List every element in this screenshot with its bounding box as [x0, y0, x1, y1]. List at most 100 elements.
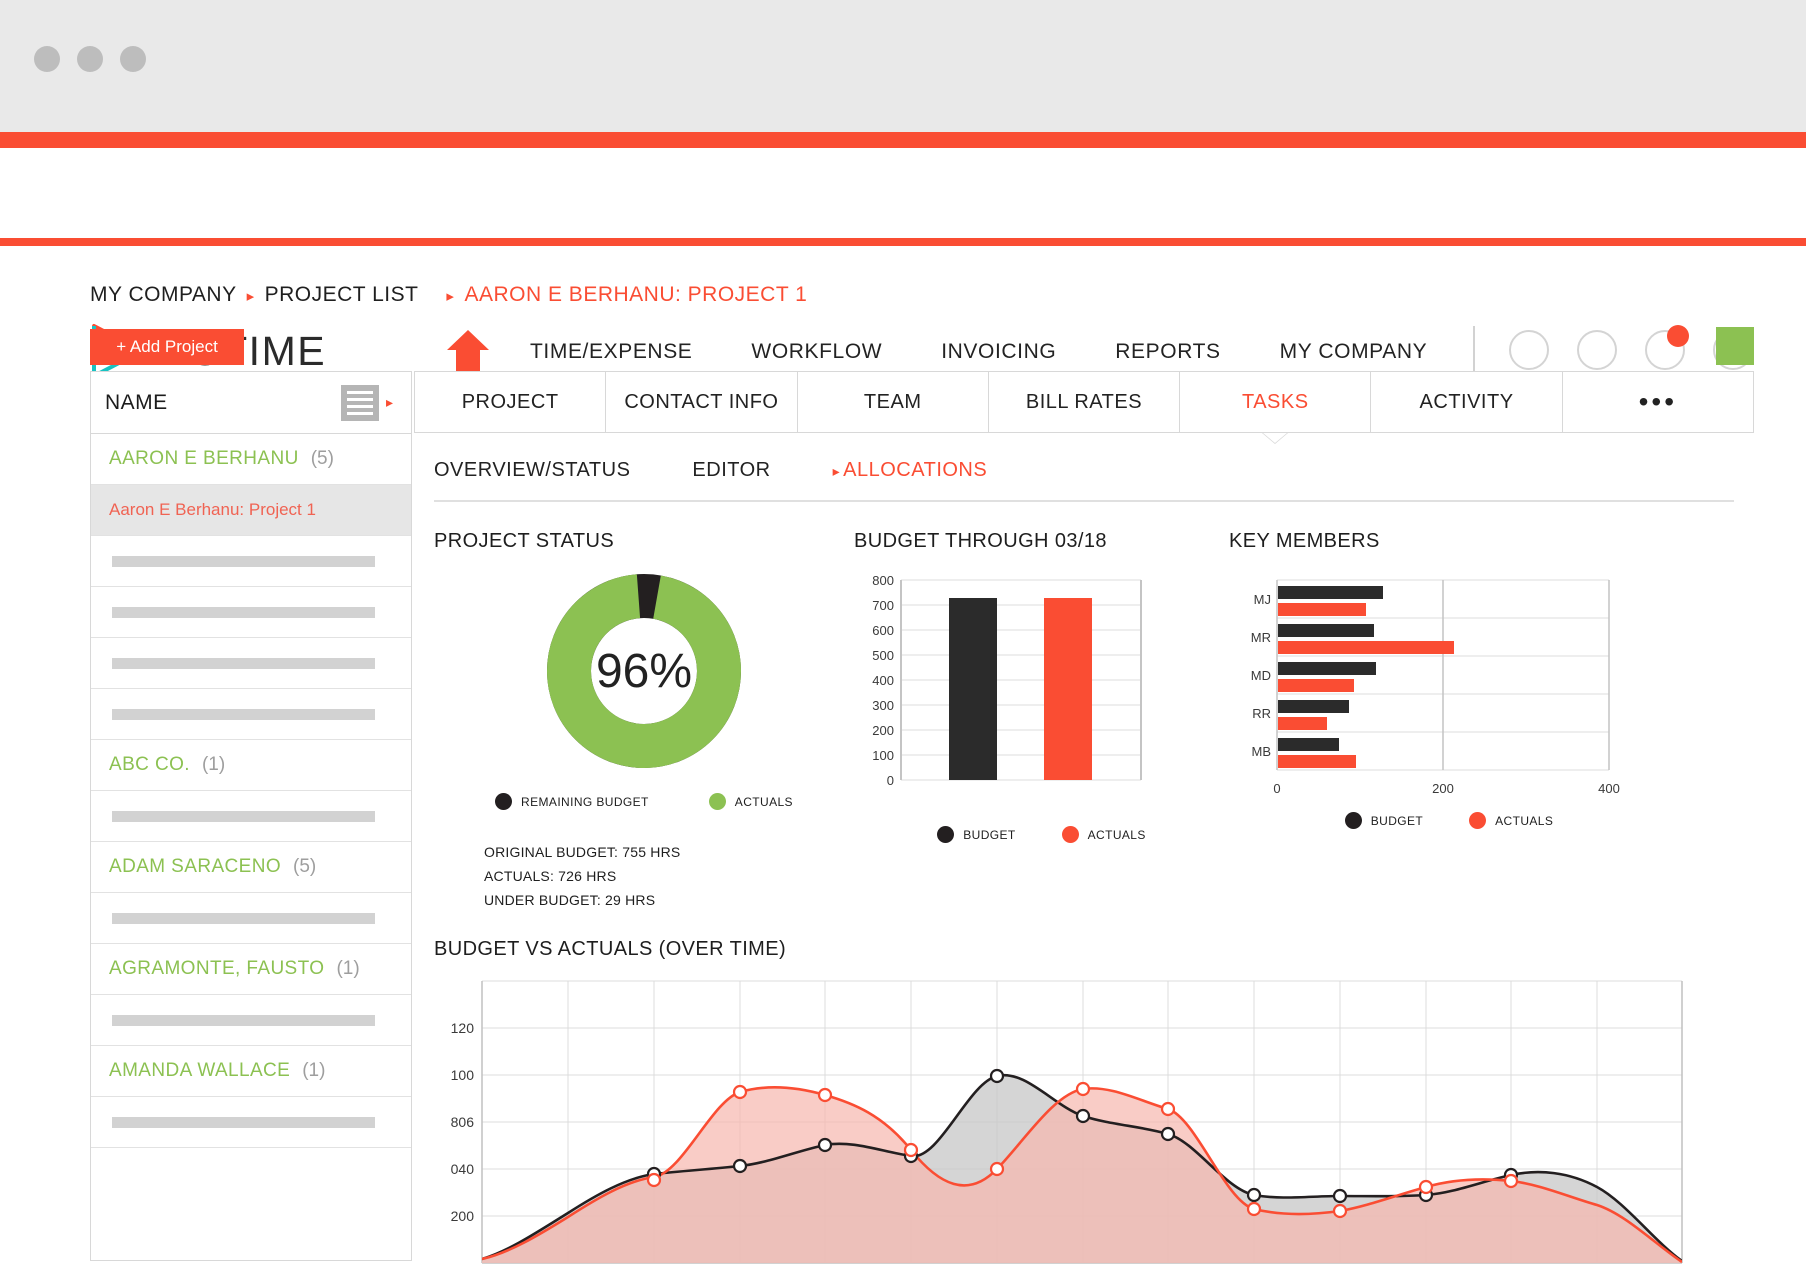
bar-actuals	[1278, 717, 1327, 730]
help-circle-icon[interactable]	[1577, 330, 1617, 370]
budget-through-legend: BUDGET ACTUALS	[854, 826, 1229, 843]
tab-project[interactable]: PROJECT	[415, 372, 606, 432]
bar-actuals	[1278, 679, 1354, 692]
list-item[interactable]	[91, 689, 411, 740]
list-options-icon[interactable]	[341, 385, 379, 421]
breadcrumb-item-project-list[interactable]: PROJECT LIST	[265, 283, 419, 307]
svg-text:MR: MR	[1251, 630, 1271, 645]
app-header: BIGTIME TIME/EXPENSE WORKFLOW INVOICING …	[0, 148, 1806, 238]
svg-text:MD: MD	[1251, 668, 1271, 683]
legend-item-actuals: ACTUALS	[1469, 812, 1553, 829]
list-item[interactable]	[91, 638, 411, 689]
nav-item-workflow[interactable]: WORKFLOW	[751, 340, 882, 364]
subtab-editor[interactable]: EDITOR	[692, 459, 770, 482]
sidebar-group-row[interactable]: ABC CO. (1)	[91, 740, 411, 791]
sidebar-group-count: (1)	[336, 958, 359, 980]
bar-actuals	[1278, 755, 1356, 768]
ellipsis-icon: •••	[1639, 396, 1677, 408]
bar-actuals	[1044, 598, 1092, 780]
chevron-right-icon: ▸	[446, 287, 454, 305]
window-dot[interactable]	[120, 46, 146, 72]
subtab-allocations[interactable]: ▸ALLOCATIONS	[833, 459, 988, 482]
tab-tasks[interactable]: TASKS	[1180, 372, 1371, 432]
sidebar-group-count: (1)	[202, 754, 225, 776]
sidebar-group-name: ABC CO.	[109, 754, 190, 776]
bar-budget	[1278, 700, 1349, 713]
window-dot[interactable]	[77, 46, 103, 72]
header-underline	[0, 238, 1806, 246]
legend-swatch	[709, 793, 726, 810]
placeholder-bar	[112, 1015, 375, 1026]
list-item[interactable]	[91, 536, 411, 587]
sidebar-group-row[interactable]: AGRAMONTE, FAUSTO (1)	[91, 944, 411, 995]
budget-through-bar-chart: 800 700 600 500 400 300 200 100 0	[854, 565, 1149, 805]
key-members-bar-chart: MJ MR MD RR MB	[1229, 565, 1629, 805]
tab-team[interactable]: TEAM	[798, 372, 989, 432]
legend-label: ACTUALS	[735, 795, 793, 809]
nav-divider	[1473, 326, 1475, 374]
legend-item-actuals: ACTUALS	[1062, 826, 1146, 843]
tab-tasks-label: TASKS	[1242, 391, 1309, 414]
chevron-right-icon: ▸	[833, 463, 841, 479]
svg-text:RR: RR	[1252, 706, 1271, 721]
svg-text:200: 200	[451, 1208, 475, 1224]
tab-activity[interactable]: ACTIVITY	[1371, 372, 1562, 432]
list-item[interactable]	[91, 791, 411, 842]
breadcrumb-item-my-company[interactable]: MY COMPANY	[90, 283, 237, 307]
sidebar-group-name: AARON E BERHANU	[109, 448, 299, 470]
panel-title-key-members: KEY MEMBERS	[1229, 530, 1669, 553]
sidebar-group-row[interactable]: ADAM SARACENO (5)	[91, 842, 411, 893]
legend-swatch	[1062, 826, 1079, 843]
sidebar-group-name: AMANDA WALLACE	[109, 1060, 290, 1082]
budget-through-panel: BUDGET THROUGH 03/18	[854, 530, 1229, 912]
placeholder-bar	[112, 556, 375, 567]
breadcrumb: MY COMPANY ▸ PROJECT LIST ▸ AARON E BERH…	[90, 283, 807, 307]
legend-label: ACTUALS	[1088, 828, 1146, 842]
list-item[interactable]	[91, 995, 411, 1046]
status-indicator-square[interactable]	[1716, 327, 1754, 365]
chevron-right-icon: ▸	[247, 287, 255, 305]
sidebar-item-selected-project[interactable]: Aaron E Berhanu: Project 1	[91, 485, 411, 536]
tab-more-options[interactable]: •••	[1563, 372, 1753, 432]
legend-swatch	[495, 793, 512, 810]
chevron-right-icon[interactable]: ▸	[386, 394, 393, 411]
legend-item-budget: BUDGET	[1345, 812, 1423, 829]
placeholder-bar	[112, 913, 375, 924]
tab-contact-info[interactable]: CONTACT INFO	[606, 372, 797, 432]
sidebar-group-count: (1)	[302, 1060, 325, 1082]
tab-bar: PROJECT CONTACT INFO TEAM BILL RATES TAS…	[414, 371, 1754, 433]
tab-active-arrow-icon	[1262, 433, 1288, 444]
placeholder-bar	[112, 1117, 375, 1128]
list-item[interactable]	[91, 587, 411, 638]
bar-budget	[1278, 738, 1339, 751]
sidebar-project-name: Aaron E Berhanu: Project 1	[109, 500, 316, 520]
list-item[interactable]	[91, 1148, 411, 1199]
legend-swatch	[937, 826, 954, 843]
placeholder-bar	[112, 811, 375, 822]
svg-text:600: 600	[872, 623, 894, 638]
nav-item-my-company[interactable]: MY COMPANY	[1280, 340, 1428, 364]
legend-swatch	[1469, 812, 1486, 829]
legend-label: REMAINING BUDGET	[521, 795, 649, 809]
notifications-circle-icon[interactable]	[1645, 330, 1685, 370]
list-item[interactable]	[91, 893, 411, 944]
home-icon[interactable]	[445, 328, 491, 372]
subtab-overview-status[interactable]: OVERVIEW/STATUS	[434, 459, 630, 482]
budget-vs-actuals-area-chart: 120 100 806 040 200	[434, 973, 1734, 1283]
sidebar-group-row[interactable]: AMANDA WALLACE (1)	[91, 1046, 411, 1097]
svg-text:0: 0	[887, 773, 894, 788]
list-item[interactable]	[91, 1097, 411, 1148]
svg-text:700: 700	[872, 598, 894, 613]
nav-item-time-expense[interactable]: TIME/EXPENSE	[530, 340, 692, 364]
project-list-sidebar: NAME ▸ AARON E BERHANU (5) Aaron E Berha…	[90, 371, 412, 1261]
window-dot[interactable]	[34, 46, 60, 72]
tab-bill-rates[interactable]: BILL RATES	[989, 372, 1180, 432]
sidebar-group-row[interactable]: AARON E BERHANU (5)	[91, 434, 411, 485]
user-circle-icon[interactable]	[1509, 330, 1549, 370]
add-project-button[interactable]: + Add Project	[90, 329, 244, 365]
sidebar-group-count: (5)	[311, 448, 334, 470]
breadcrumb-item-current-project[interactable]: AARON E BERHANU: PROJECT 1	[464, 283, 807, 307]
nav-item-reports[interactable]: REPORTS	[1115, 340, 1220, 364]
sub-tab-bar: OVERVIEW/STATUS EDITOR ▸ALLOCATIONS	[414, 433, 1754, 482]
nav-item-invoicing[interactable]: INVOICING	[941, 340, 1056, 364]
